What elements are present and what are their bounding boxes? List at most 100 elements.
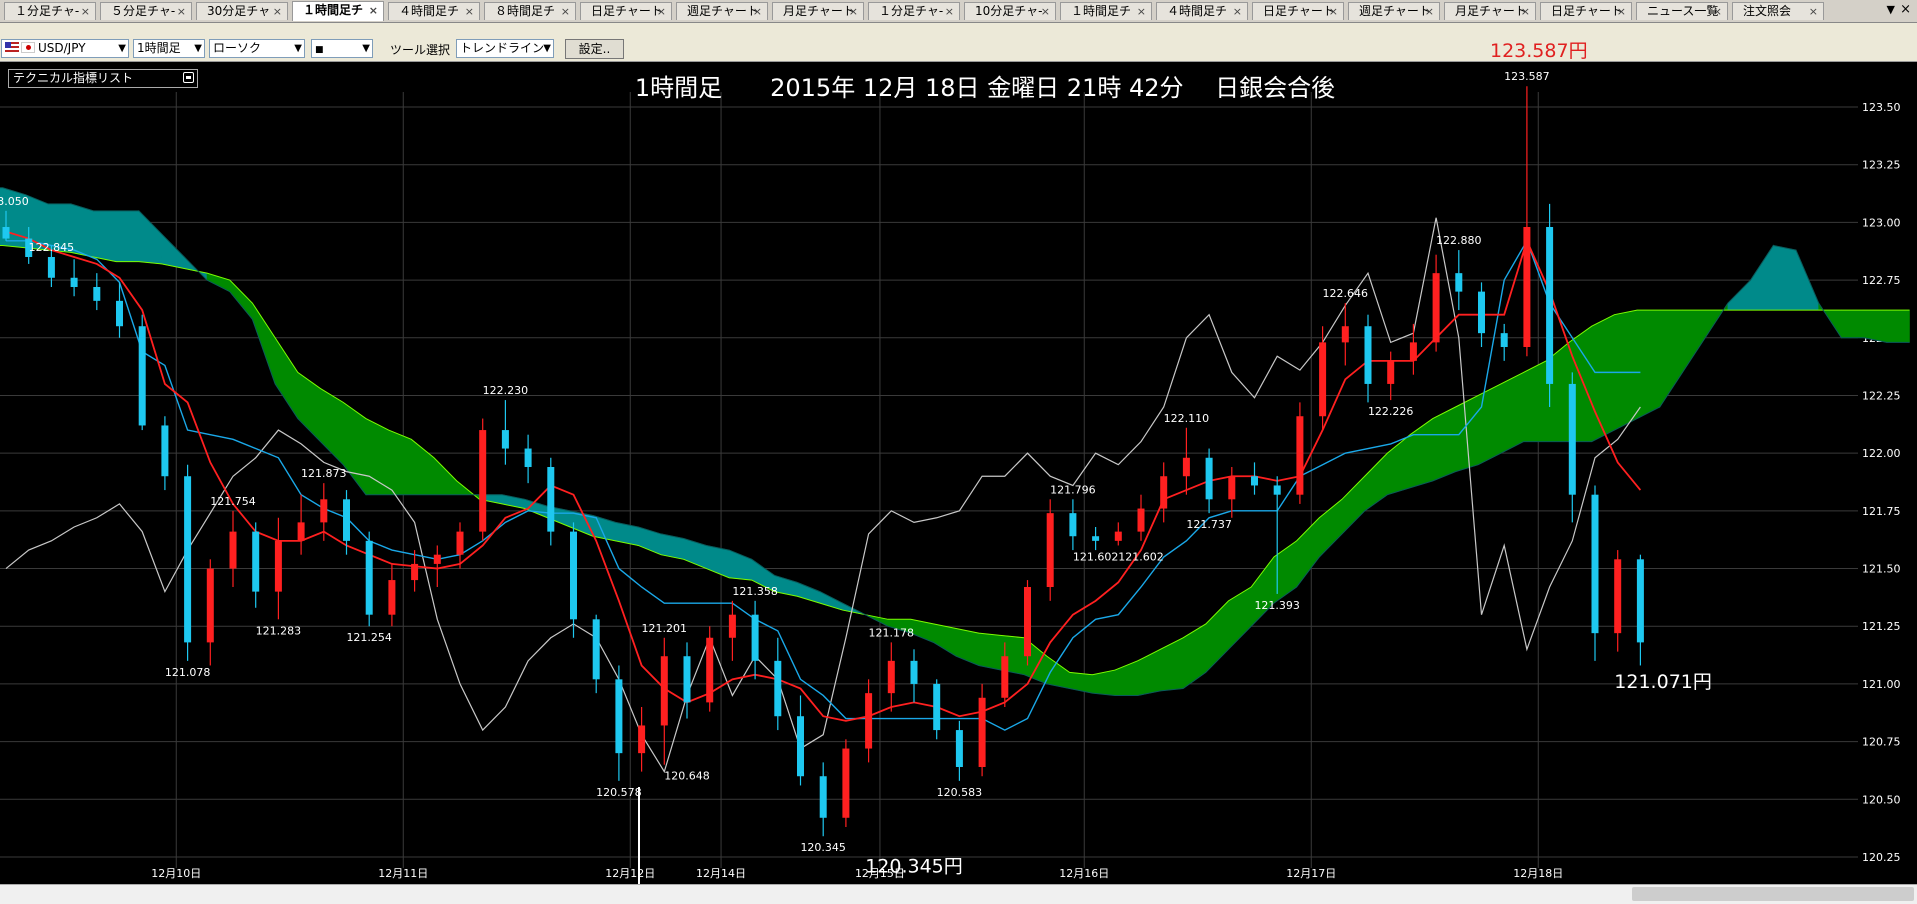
x-tick-label: 12月18日 [1513, 867, 1563, 880]
ichimoku-cloud-segment [161, 233, 185, 269]
tab-9[interactable]: １分足チャ- × [868, 2, 960, 20]
tab-label: ４時間足チ [399, 4, 460, 18]
price-label: 121.873 [301, 467, 347, 480]
ichimoku-cloud-segment [1863, 309, 1888, 343]
candle [774, 637, 782, 731]
tab-6[interactable]: 日足チャート × [580, 2, 672, 20]
tab-close-icon[interactable]: × [1233, 3, 1242, 20]
ichimoku-cloud-segment [1160, 637, 1184, 692]
tab-15[interactable]: 月足チャート × [1444, 2, 1536, 20]
chevron-down-icon: ▼ [362, 43, 370, 54]
ichimoku-cloud-segment [93, 210, 117, 262]
tab-close-icon[interactable]: × [945, 3, 954, 20]
tab-close-icon[interactable]: × [1521, 3, 1530, 20]
candle-body [638, 725, 646, 754]
currency-pair-select[interactable]: USD/JPY ▼ [1, 39, 129, 58]
ichimoku-cloud-segment [1886, 309, 1910, 343]
candle [751, 600, 759, 680]
tab-label: 月足チャート [1455, 4, 1527, 18]
candle [1364, 314, 1372, 403]
candle-body [978, 697, 986, 767]
minimize-icon[interactable] [183, 72, 194, 83]
candle-body [365, 540, 373, 615]
ichimoku-cloud-segment [1432, 406, 1456, 482]
tab-17[interactable]: ニュース一覧 × [1636, 2, 1728, 20]
tab-close-icon[interactable]: × [1713, 3, 1722, 20]
candle [411, 550, 419, 592]
candle-body [592, 619, 600, 680]
tab-2[interactable]: 30分足チャ × [196, 2, 288, 20]
tab-8[interactable]: 月足チャート × [772, 2, 864, 20]
candlestick-chart[interactable]: 123.50123.25123.00122.75122.50122.25122.… [0, 62, 1917, 884]
tab-close-icon[interactable]: × [1137, 3, 1146, 20]
ichimoku-cloud-segment [1682, 309, 1706, 374]
tab-13[interactable]: 日足チャート × [1252, 2, 1344, 20]
candle-body [501, 430, 509, 449]
tab-7[interactable]: 週足チャート × [676, 2, 768, 20]
candle [842, 739, 850, 827]
tab-16[interactable]: 日足チャート × [1540, 2, 1632, 20]
ichimoku-cloud-segment [955, 628, 980, 666]
tab-close-icon[interactable]: × [465, 3, 474, 20]
candle-body [479, 430, 487, 532]
tab-close-icon[interactable]: × [1041, 3, 1050, 20]
current-price-display: 123.587円 [1490, 40, 1588, 62]
tab-5[interactable]: ８時間足チ × [484, 2, 576, 20]
tab-label: １時間足チ [1071, 4, 1132, 18]
tab-close-icon[interactable]: × [1425, 3, 1434, 20]
candle [887, 642, 895, 712]
timeframe-select[interactable]: 1時間足 ▼ [133, 39, 205, 58]
tab-label: 日足チャート [1263, 4, 1335, 18]
candle-body [1500, 333, 1508, 347]
tab-close-icon[interactable]: × [273, 3, 282, 20]
y-tick-label: 120.75 [1862, 736, 1901, 749]
candle [683, 642, 691, 719]
candle [1069, 499, 1077, 551]
tab-close-icon[interactable]: × [753, 3, 762, 20]
ichimoku-cloud-segment [1341, 475, 1365, 535]
x-tick-label: 12月12日 [605, 867, 655, 880]
scrollbar-thumb[interactable] [1632, 887, 1914, 901]
tab-close-icon[interactable]: × [1329, 3, 1338, 20]
candle-body [1614, 559, 1622, 634]
horizontal-scrollbar[interactable] [0, 884, 1917, 904]
chart-style-select[interactable]: ローソク ▼ [209, 39, 305, 58]
x-tick-label: 12月17日 [1286, 867, 1336, 880]
drawing-tool-value: トレンドライン [460, 41, 545, 55]
tab-list-dropdown-icon[interactable]: ▼ [1887, 3, 1895, 16]
settings-button[interactable]: 設定.. [565, 39, 624, 59]
tab-close-icon[interactable]: × [657, 3, 666, 20]
tab-12[interactable]: ４時間足チ × [1156, 2, 1248, 20]
x-tick-label: 12月11日 [378, 867, 428, 880]
tab-4[interactable]: ４時間足チ × [388, 2, 480, 20]
tab-18[interactable]: 注文照会 × [1732, 2, 1824, 20]
tab-close-icon[interactable]: × [81, 3, 90, 20]
tab-close-icon[interactable]: × [1617, 3, 1626, 20]
tab-close-icon[interactable]: × [177, 3, 186, 20]
tab-label: 日足チャート [591, 4, 663, 18]
ichimoku-cloud-segment [138, 210, 162, 265]
candle [1160, 462, 1168, 523]
line-style-select[interactable]: ■ ▼ [311, 39, 373, 58]
tab-close-icon[interactable]: × [1809, 3, 1818, 20]
tab-close-icon[interactable]: × [849, 3, 858, 20]
tab-label: ８時間足チ [495, 4, 556, 18]
close-all-tabs-icon[interactable]: × [1900, 2, 1911, 17]
tab-11[interactable]: １時間足チ × [1060, 2, 1152, 20]
candle [865, 679, 873, 763]
candle-body [933, 683, 941, 731]
chevron-down-icon: ▼ [294, 43, 302, 54]
technical-indicator-list[interactable]: テクニカル指標リスト [8, 69, 198, 88]
tab-14[interactable]: 週足チャート × [1348, 2, 1440, 20]
chart-area[interactable]: 123.50123.25123.00122.75122.50122.25122.… [0, 62, 1917, 884]
tab-0[interactable]: １分足チャ- × [4, 2, 96, 20]
tab-3[interactable]: １時間足チ × [292, 1, 384, 21]
tab-1[interactable]: ５分足チャ- × [100, 2, 192, 20]
tab-close-icon[interactable]: × [369, 2, 378, 19]
tab-close-icon[interactable]: × [561, 3, 570, 20]
tab-10[interactable]: 10分足チャ- × [964, 2, 1056, 20]
drawing-tool-select[interactable]: トレンドライン ▼ [456, 39, 554, 58]
candle-body [47, 257, 55, 278]
y-tick-label: 123.50 [1862, 101, 1901, 114]
y-tick-label: 120.50 [1862, 793, 1901, 806]
